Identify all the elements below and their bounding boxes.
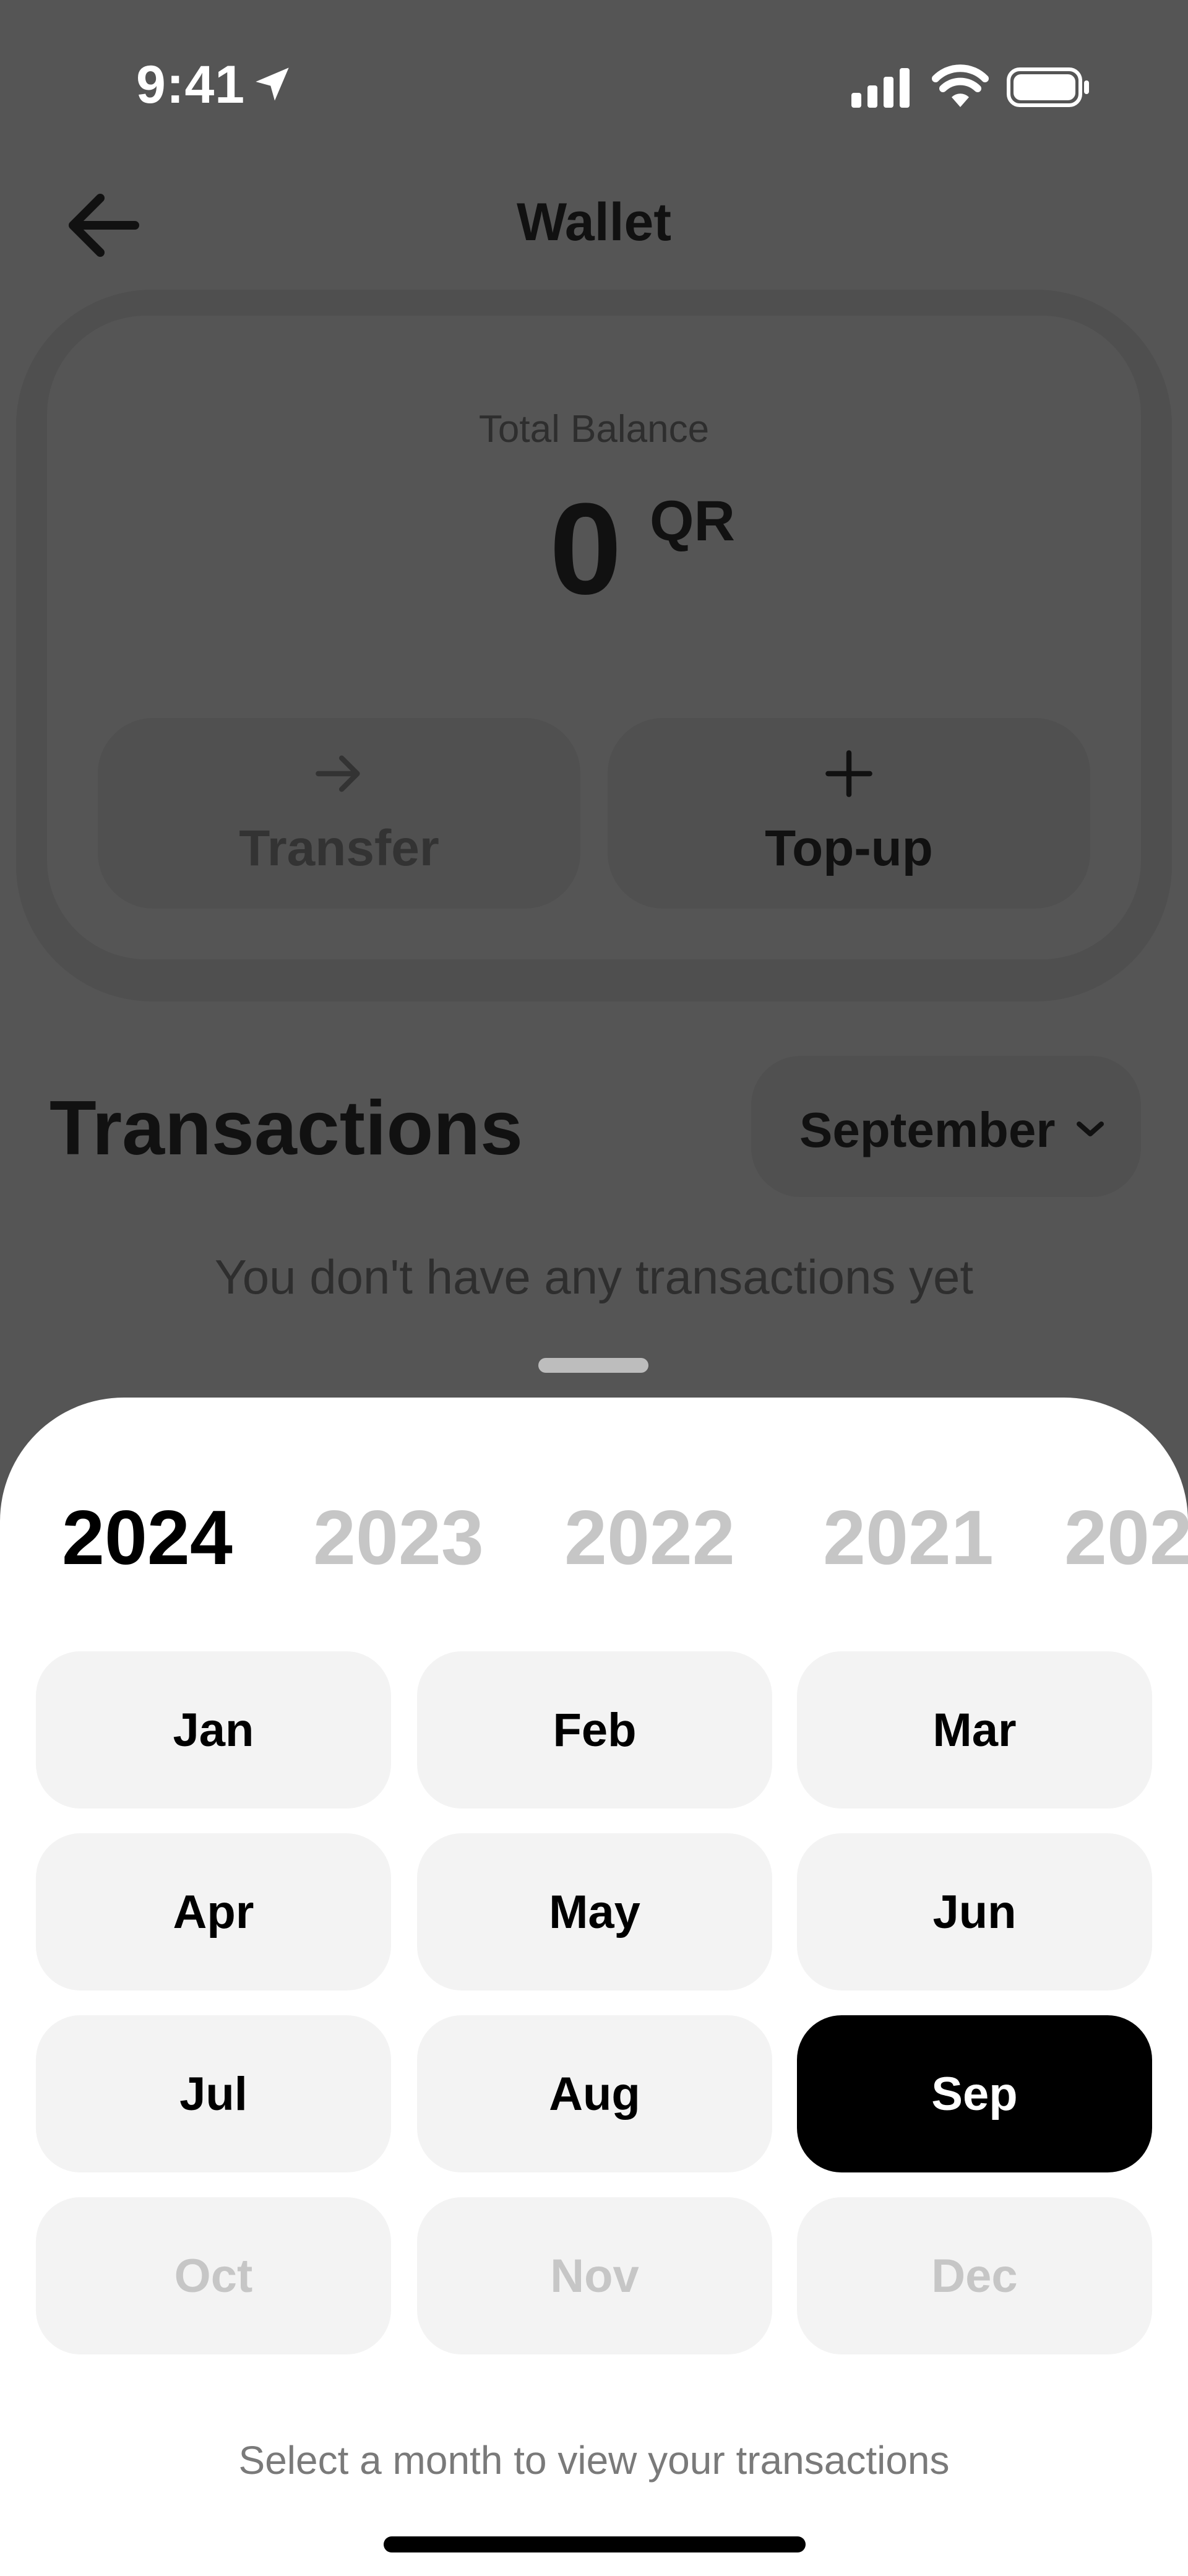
- year-tab-2022[interactable]: 2022: [564, 1494, 735, 1582]
- wifi-icon: [932, 64, 989, 107]
- month-dec: Dec: [797, 2197, 1152, 2354]
- home-indicator: [384, 2536, 806, 2552]
- picker-hint-text: Select a month to view your transactions: [238, 2438, 950, 2483]
- arrow-right-icon: [316, 755, 360, 792]
- balance-label: Total Balance: [478, 408, 710, 451]
- transactions-heading: Transactions: [50, 1086, 523, 1171]
- month-mar[interactable]: Mar: [797, 1651, 1152, 1809]
- top-up-button[interactable]: Top-up: [608, 718, 1090, 909]
- month-nov: Nov: [417, 2197, 772, 2354]
- status-time: 9:41: [136, 55, 246, 115]
- month-dropdown[interactable]: September: [751, 1056, 1141, 1197]
- plus-icon: [825, 750, 872, 797]
- chevron-down-icon: [1077, 1122, 1104, 1136]
- location-arrow-icon: [256, 67, 289, 101]
- cellular-signal-icon: [851, 68, 910, 108]
- page-title: Wallet: [516, 192, 672, 252]
- month-jan[interactable]: Jan: [36, 1651, 391, 1809]
- month-aug[interactable]: Aug: [417, 2015, 772, 2172]
- month-picker-sheet: 2024 2023 2022 2021 2020 Jan Feb Mar Apr…: [0, 1398, 1188, 2576]
- month-sep[interactable]: Sep: [797, 2015, 1152, 2172]
- transfer-label: Transfer: [239, 820, 439, 876]
- balance-currency: QR: [650, 490, 735, 553]
- top-up-label: Top-up: [765, 820, 933, 876]
- empty-transactions-text: You don't have any transactions yet: [214, 1250, 974, 1304]
- month-jul[interactable]: Jul: [36, 2015, 391, 2172]
- battery-icon: [1007, 67, 1089, 107]
- transfer-button[interactable]: Transfer: [98, 718, 580, 909]
- year-tab-2023[interactable]: 2023: [313, 1494, 484, 1582]
- month-jun[interactable]: Jun: [797, 1833, 1152, 1990]
- year-tab-2021[interactable]: 2021: [823, 1494, 994, 1582]
- balance-amount: 0: [549, 476, 622, 621]
- month-apr[interactable]: Apr: [36, 1833, 391, 1990]
- year-tab-2024[interactable]: 2024: [62, 1494, 233, 1582]
- month-may[interactable]: May: [417, 1833, 772, 1990]
- year-tab-2020[interactable]: 2020: [1064, 1494, 1188, 1582]
- month-dropdown-label: September: [799, 1102, 1056, 1157]
- month-feb[interactable]: Feb: [417, 1651, 772, 1809]
- month-oct: Oct: [36, 2197, 391, 2354]
- sheet-drag-handle[interactable]: [538, 1358, 648, 1373]
